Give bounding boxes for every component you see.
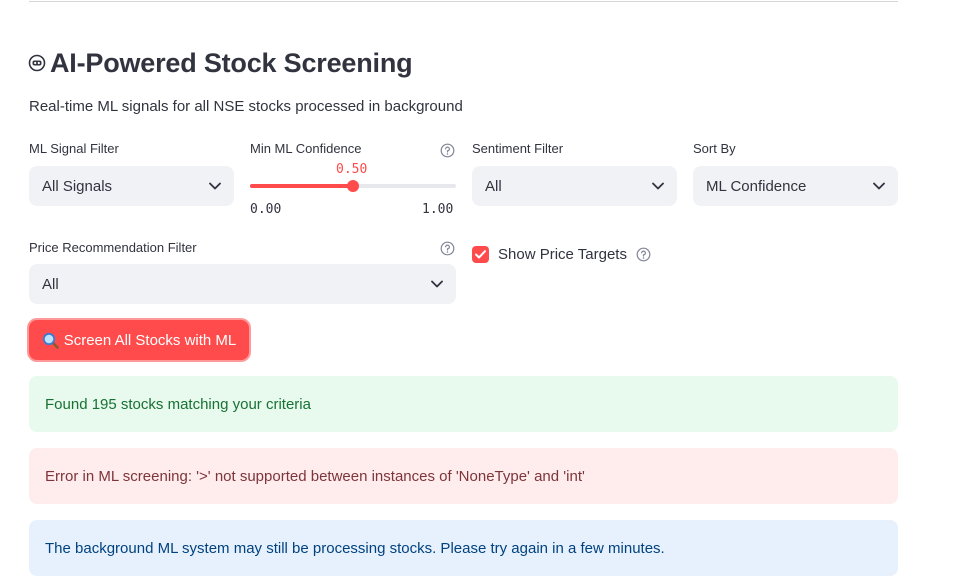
sort-by-label: Sort By: [693, 141, 736, 156]
success-alert: Found 195 stocks matching your criteria: [29, 376, 898, 432]
chevron-down-icon: [873, 182, 885, 190]
sentiment-filter-value: All: [485, 177, 502, 195]
price-recommendation-filter-value: All: [42, 275, 59, 293]
page-title-text: AI-Powered Stock Screening: [50, 47, 413, 78]
ml-signal-filter-select[interactable]: All Signals: [29, 166, 234, 206]
price-recommendation-filter-select[interactable]: All: [29, 264, 456, 304]
slider-max-label: 1.00: [422, 202, 454, 217]
question-circle-icon[interactable]: [636, 247, 651, 262]
ml-signal-filter-label: ML Signal Filter: [29, 141, 119, 156]
sentiment-filter-label: Sentiment Filter: [472, 141, 564, 156]
sentiment-filter-select[interactable]: All: [472, 166, 677, 206]
question-circle-icon[interactable]: [440, 143, 455, 158]
show-price-targets-checkbox[interactable]: [472, 246, 489, 263]
chevron-down-icon: [209, 182, 221, 190]
show-price-targets-label[interactable]: Show Price Targets: [498, 246, 627, 263]
min-confidence-label: Min ML Confidence: [250, 141, 362, 156]
question-circle-icon[interactable]: [440, 241, 455, 256]
slider-min-label: 0.00: [250, 202, 282, 217]
top-divider: [29, 1, 898, 2]
min-confidence-value: 0.50: [336, 162, 368, 177]
min-confidence-slider[interactable]: [250, 180, 456, 192]
chevron-down-icon: [431, 280, 443, 288]
chevron-down-icon: [652, 182, 664, 190]
info-alert: The background ML system may still be pr…: [29, 520, 898, 576]
screen-stocks-button-label: Screen All Stocks with ML: [63, 331, 237, 349]
page-title: AI-Powered Stock Screening: [28, 44, 413, 82]
price-recommendation-filter-label: Price Recommendation Filter: [29, 240, 197, 255]
slider-thumb[interactable]: [347, 180, 359, 192]
checkmark-icon: [475, 250, 486, 259]
screen-stocks-button[interactable]: Screen All Stocks with ML: [29, 320, 249, 360]
error-alert: Error in ML screening: '>' not supported…: [29, 448, 898, 504]
sort-by-value: ML Confidence: [706, 177, 807, 195]
ml-signal-filter-value: All Signals: [42, 177, 113, 195]
page-subtitle: Real-time ML signals for all NSE stocks …: [29, 98, 463, 115]
slider-fill: [250, 184, 353, 188]
robot-icon: [28, 54, 46, 72]
info-alert-text: The background ML system may still be pr…: [45, 539, 665, 557]
success-alert-text: Found 195 stocks matching your criteria: [45, 395, 311, 413]
sort-by-select[interactable]: ML Confidence: [693, 166, 898, 206]
show-price-targets-row[interactable]: Show Price Targets: [472, 246, 651, 263]
error-alert-text: Error in ML screening: '>' not supported…: [45, 467, 585, 485]
magnifier-icon: [42, 332, 59, 349]
